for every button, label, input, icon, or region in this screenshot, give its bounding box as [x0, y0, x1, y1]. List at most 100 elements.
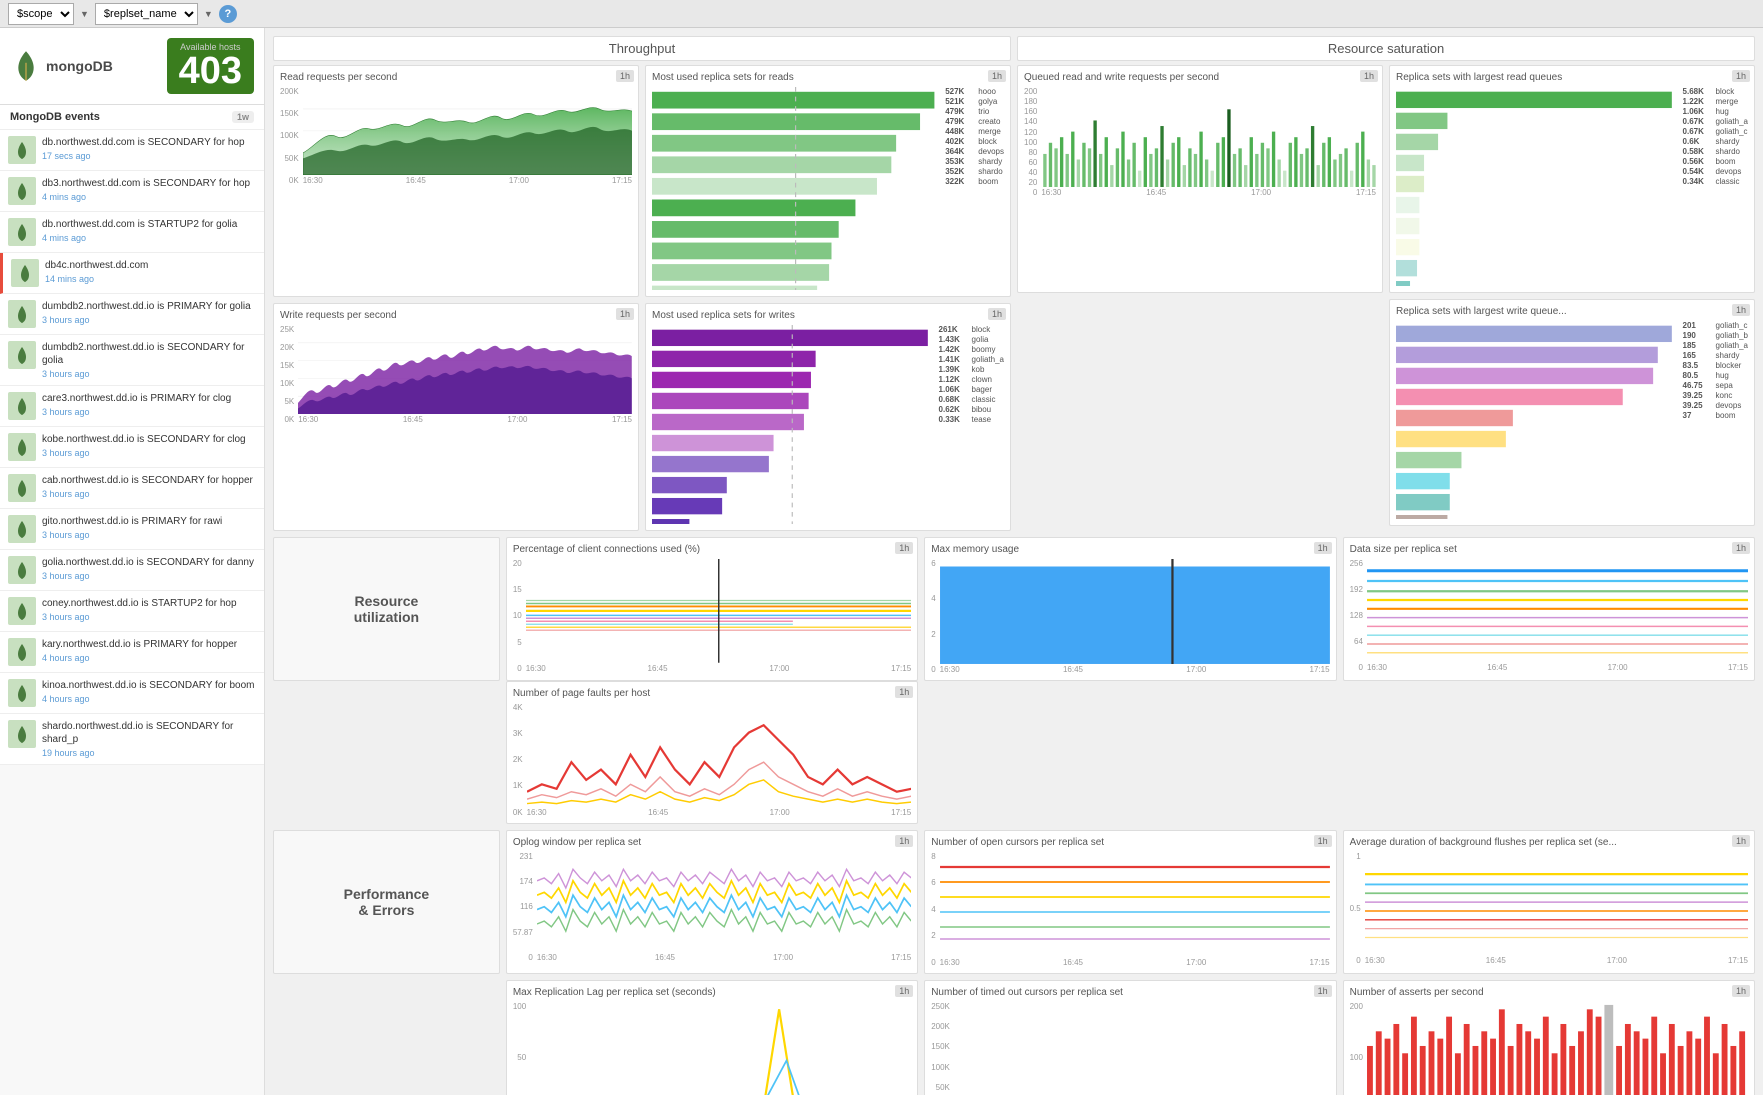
write-queues-bars	[1396, 321, 1677, 520]
scope-arrow: ▼	[80, 9, 89, 19]
events-badge: 1w	[232, 111, 254, 123]
available-hosts-box: Available hosts 403	[167, 38, 254, 94]
event-item: dumbdb2.northwest.dd.io is SECONDARY for…	[0, 335, 264, 386]
read-rps-axis-labels: 16:3016:4517:0017:15	[303, 176, 632, 185]
event-item: kobe.northwest.dd.io is SECONDARY for cl…	[0, 427, 264, 468]
bg-flushes-panel: Average duration of background flushes p…	[1343, 830, 1755, 974]
event-time: 3 hours ago	[42, 489, 256, 499]
event-avatar	[8, 218, 36, 246]
resource-saturation-section: Resource saturation Queued read and writ…	[1017, 36, 1755, 531]
mongo-logo-icon	[10, 50, 42, 82]
largest-write-queues-badge: 1h	[1732, 304, 1750, 316]
top-sections: Throughput Read requests per second 1h 2…	[273, 36, 1755, 531]
resource-utilization-row: Resourceutilization Percentage of client…	[273, 537, 1755, 681]
writes-bars-chart	[652, 325, 933, 524]
read-queues-legend-area: 5.68Kblock 1.22Kmerge 1.06Khug 0.67Kgoli…	[1396, 87, 1748, 286]
throughput-section: Throughput Read requests per second 1h 2…	[273, 36, 1011, 531]
perf-row1: Performance& Errors Oplog window per rep…	[273, 830, 1755, 974]
event-text: gito.northwest.dd.io is PRIMARY for rawi	[42, 515, 256, 528]
scope-select[interactable]: $scope	[8, 3, 74, 25]
event-text: kary.northwest.dd.io is PRIMARY for hopp…	[42, 638, 256, 651]
asserts-svg	[1367, 1002, 1748, 1095]
resource-utilization-label: Resourceutilization	[273, 537, 500, 681]
queued-rw-chart: 16:3016:4517:0017:15	[1041, 87, 1376, 197]
event-content: kinoa.northwest.dd.io is SECONDARY for b…	[42, 679, 256, 704]
reads-legend-area: 527Khooo 521Kgolya 479Ktrio 479Kcreato 4…	[652, 87, 1004, 290]
read-queues-svg	[1396, 87, 1677, 286]
read-rps-svg	[303, 87, 632, 175]
oplog-title: Oplog window per replica set	[513, 837, 911, 848]
page-faults-spacer	[273, 681, 500, 824]
resource-utilization-title: Resourceutilization	[354, 593, 419, 625]
queued-rw-axis-labels: 16:3016:4517:0017:15	[1041, 188, 1376, 197]
writes-bars-svg	[652, 325, 933, 524]
asserts-chart-area: 2001000	[1350, 1002, 1748, 1095]
open-cursors-svg	[940, 852, 1330, 957]
largest-read-queues-title: Replica sets with largest read queues	[1396, 72, 1748, 83]
event-content: db.northwest.dd.com is SECONDARY for hop…	[42, 136, 256, 161]
event-time: 3 hours ago	[42, 571, 256, 581]
event-avatar	[8, 597, 36, 625]
replset-select[interactable]: $replset_name	[95, 3, 198, 25]
oplog-axis-labels: 16:3016:4517:0017:15	[537, 953, 911, 962]
page-faults-spacer3	[1343, 681, 1755, 824]
throughput-title: Throughput	[609, 41, 676, 56]
read-rps-chart: 16:3016:4517:0017:15	[303, 87, 632, 185]
events-header: MongoDB events 1w	[0, 105, 264, 130]
event-content: cab.northwest.dd.io is SECONDARY for hop…	[42, 474, 256, 499]
oplog-y-axis: 23117411657.870	[513, 852, 535, 963]
max-memory-chart: 16:3016:4517:0017:15	[940, 559, 1330, 674]
write-rps-chart: 16:3016:4517:0017:15	[298, 325, 632, 424]
perf-errors-label: Performance& Errors	[273, 830, 500, 974]
event-item: db4c.northwest.dd.com 14 mins ago	[0, 253, 264, 294]
event-content: golia.northwest.dd.io is SECONDARY for d…	[42, 556, 256, 581]
event-avatar	[8, 136, 36, 164]
replset-arrow: ▼	[204, 9, 213, 19]
timed-out-cursors-title: Number of timed out cursors per replica …	[931, 987, 1329, 998]
event-content: kobe.northwest.dd.io is SECONDARY for cl…	[42, 433, 256, 458]
event-time: 3 hours ago	[42, 407, 256, 417]
read-rps-y-axis: 200K150K100K50K0K	[280, 87, 301, 185]
page-faults-title: Number of page faults per host	[513, 688, 911, 699]
oplog-badge: 1h	[895, 835, 913, 847]
main-layout: mongoDB Available hosts 403 MongoDB even…	[0, 28, 1763, 1095]
data-size-panel: Data size per replica set 1h 25619212864…	[1343, 537, 1755, 681]
event-avatar	[11, 259, 39, 287]
queued-rw-title: Queued read and write requests per secon…	[1024, 72, 1376, 83]
open-cursors-chart-area: 86420 16:30	[931, 852, 1329, 967]
bg-flushes-svg	[1365, 852, 1748, 955]
pct-connections-y-axis: 20151050	[513, 559, 524, 673]
write-rps-axis-labels: 16:3016:4517:0017:15	[298, 415, 632, 424]
events-list[interactable]: db.northwest.dd.com is SECONDARY for hop…	[0, 130, 264, 1095]
page-faults-svg	[527, 703, 912, 807]
pct-connections-title: Percentage of client connections used (%…	[513, 544, 911, 555]
most-used-reads-badge: 1h	[988, 70, 1006, 82]
event-time: 3 hours ago	[42, 530, 256, 540]
reads-legend: 527Khooo 521Kgolya 479Ktrio 479Kcreato 4…	[945, 87, 1004, 290]
replication-lag-chart-area: 100500 16:3016:4517:0017:15	[513, 1002, 911, 1095]
replication-lag-svg	[530, 1002, 911, 1095]
pct-connections-chart-area: 20151050	[513, 559, 911, 673]
largest-read-queues-badge: 1h	[1732, 70, 1750, 82]
read-rps-panel: Read requests per second 1h 200K150K100K…	[273, 65, 639, 297]
event-time: 4 hours ago	[42, 653, 256, 663]
timed-out-cursors-badge: 1h	[1314, 985, 1332, 997]
event-content: dumbdb2.northwest.dd.io is SECONDARY for…	[42, 341, 256, 379]
event-time: 4 hours ago	[42, 694, 256, 704]
max-memory-svg	[940, 559, 1330, 664]
event-avatar	[8, 392, 36, 420]
queued-rw-svg	[1041, 87, 1376, 187]
event-avatar	[8, 638, 36, 666]
event-time: 14 mins ago	[45, 274, 256, 284]
help-button[interactable]: ?	[219, 5, 237, 23]
write-rps-panel: Write requests per second 1h 25K20K15K10…	[273, 303, 639, 531]
bg-flushes-title: Average duration of background flushes p…	[1350, 837, 1748, 848]
open-cursors-axis-labels: 16:3016:4517:0017:15	[940, 958, 1330, 967]
replication-lag-chart: 16:3016:4517:0017:15	[530, 1002, 911, 1095]
queued-rw-y-axis: 200180160140120100806040200	[1024, 87, 1039, 197]
most-used-writes-panel: Most used replica sets for writes 1h	[645, 303, 1011, 531]
event-content: db4c.northwest.dd.com 14 mins ago	[45, 259, 256, 284]
available-hosts-count: 403	[179, 52, 242, 90]
page-faults-y-axis: 4K3K2K1K0K	[513, 703, 525, 817]
write-queues-legend: 201goliath_c 190goliath_b 185goliath_a 1…	[1683, 321, 1748, 520]
